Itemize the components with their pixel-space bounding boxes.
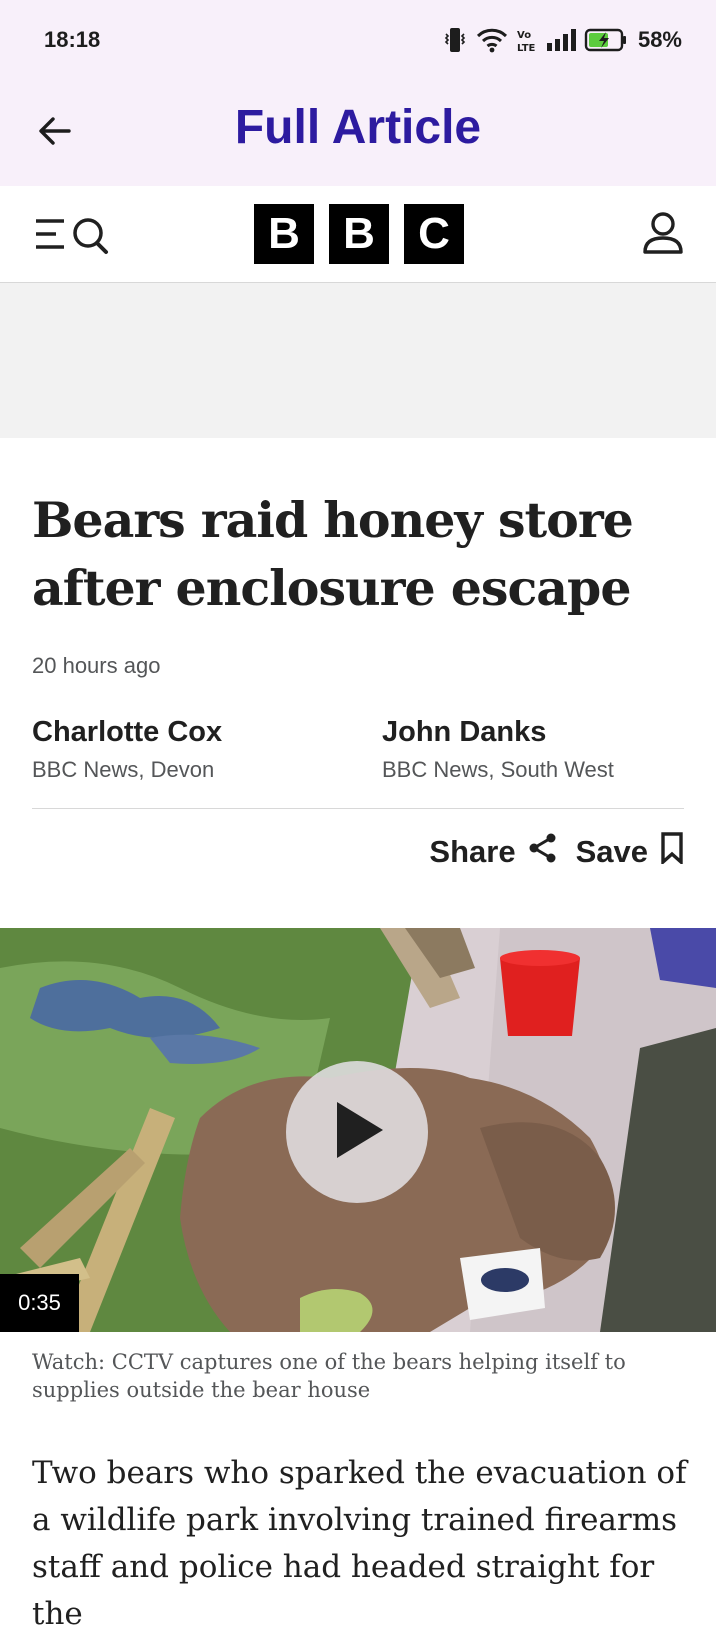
- bbc-logo-letter: C: [404, 204, 464, 264]
- video-caption: Watch: CCTV captures one of the bears he…: [32, 1350, 626, 1402]
- author-byline: Charlotte Cox BBC News, Devon: [32, 716, 222, 783]
- author-name: John Danks: [382, 716, 547, 748]
- wifi-icon: [476, 27, 508, 53]
- play-button[interactable]: [286, 1061, 428, 1203]
- author-byline: John Danks BBC News, South West: [382, 716, 614, 783]
- volte-icon: Vo LTE: [516, 27, 538, 53]
- article-body: Two bears who sparked the evacuation of …: [32, 1455, 687, 1632]
- ad-placeholder: [0, 283, 716, 438]
- menu-search-icon: [34, 218, 114, 260]
- svg-text:LTE: LTE: [517, 43, 536, 53]
- author-org: BBC News, South West: [382, 757, 614, 782]
- status-time: 18:18: [44, 27, 101, 52]
- bookmark-icon: [660, 832, 684, 872]
- bbc-logo-letter: B: [329, 204, 389, 264]
- byline-divider: [32, 808, 684, 809]
- account-icon: [638, 212, 688, 262]
- signal-icon: [546, 28, 576, 52]
- status-icons: Vo LTE 58%: [442, 24, 682, 56]
- article-timestamp: 20 hours ago: [32, 653, 161, 678]
- bbc-logo-letter: B: [254, 204, 314, 264]
- video-duration: 0:35: [0, 1274, 79, 1332]
- play-icon: [327, 1098, 387, 1167]
- share-icon: [528, 832, 558, 872]
- share-label: Share: [429, 834, 516, 869]
- save-label: Save: [575, 834, 648, 869]
- author-org: BBC News, Devon: [32, 757, 215, 782]
- page-title: Full Article: [234, 101, 482, 154]
- account-button[interactable]: [638, 208, 688, 258]
- status-bar: 18:18 Vo LTE 58%: [0, 0, 716, 80]
- vibrate-icon: [442, 26, 468, 54]
- svg-text:Vo: Vo: [517, 30, 531, 41]
- video-player[interactable]: 0:35: [0, 928, 716, 1332]
- battery-percentage: 58%: [637, 27, 682, 52]
- article-headline: Bears raid honey store after enclosure e…: [32, 491, 634, 617]
- article-actions: Share Save: [429, 832, 684, 872]
- author-name: Charlotte Cox: [32, 716, 223, 748]
- battery-charging-icon: [584, 27, 628, 53]
- menu-search-button[interactable]: [34, 212, 114, 256]
- app-bar: Full Article: [0, 80, 716, 186]
- bbc-header: B B C: [0, 186, 716, 283]
- bbc-logo[interactable]: B B C: [254, 204, 464, 264]
- save-button[interactable]: Save: [576, 832, 684, 872]
- share-button[interactable]: Share: [429, 832, 557, 872]
